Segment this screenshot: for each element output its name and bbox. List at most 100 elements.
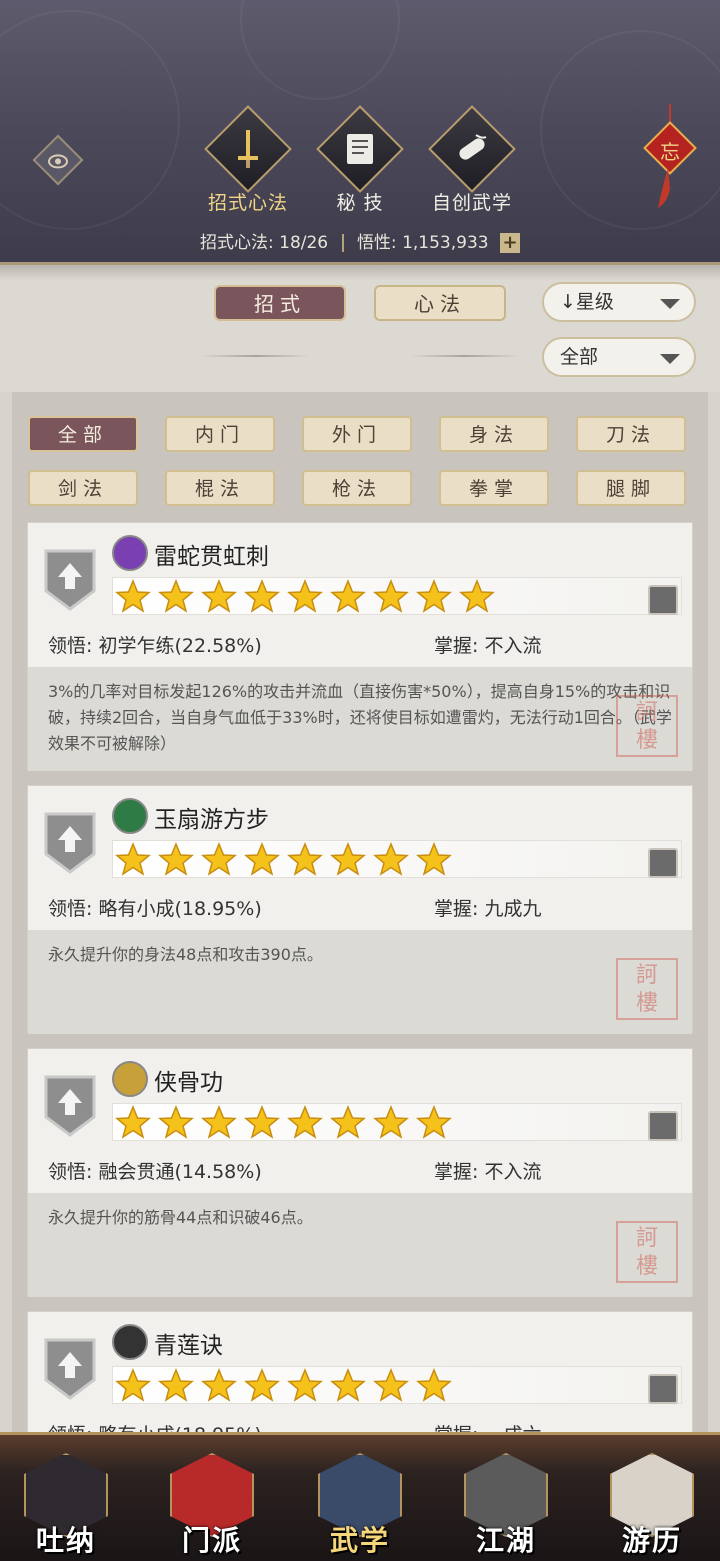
- nav-travel[interactable]: 游历: [604, 1453, 700, 1561]
- skill-card[interactable]: 雷蛇贯虹刺 领悟: 初学乍练(22.58%) 掌握: 不入流 3%的几率对目标发起12…: [27, 522, 693, 771]
- tab-moves-methods[interactable]: 招式心法: [198, 105, 298, 215]
- scope-label: 全部: [560, 346, 599, 368]
- nav-sect[interactable]: 门派: [164, 1453, 260, 1561]
- star-icon: [200, 1105, 238, 1139]
- category-filter[interactable]: 内门: [165, 416, 275, 452]
- comprehension-row: 领悟: 初学乍练(22.58%): [48, 631, 262, 658]
- description-text: 永久提升你的身法48点和攻击390点。: [48, 945, 323, 964]
- upgrade-badge-icon[interactable]: [42, 810, 98, 876]
- star-icon: [200, 842, 238, 876]
- comprehension-value: 融会贯通(14.58%): [98, 1161, 262, 1183]
- category-filter[interactable]: 枪法: [302, 470, 412, 506]
- chevron-down-icon: [660, 299, 680, 309]
- comprehension-label: 领悟:: [48, 898, 93, 920]
- category-filter[interactable]: 外门: [302, 416, 412, 452]
- category-filter[interactable]: 拳掌: [439, 470, 549, 506]
- spear-icon: [648, 585, 678, 615]
- dash-icon: [648, 848, 678, 878]
- category-filter[interactable]: 棍法: [165, 470, 275, 506]
- star-icon: [286, 1368, 324, 1402]
- star-icon: [243, 842, 281, 876]
- insight-value: 1,153,933: [402, 233, 489, 253]
- seal-char: 樓: [635, 728, 658, 753]
- star-icon: [415, 842, 453, 876]
- seal-stamp: 訶樓: [616, 958, 678, 1020]
- skill-icon: [112, 1324, 148, 1360]
- star-icon: [329, 1368, 367, 1402]
- tab-secret-skills[interactable]: 秘 技: [310, 105, 410, 215]
- mastery-value: 不入流: [484, 1161, 542, 1183]
- seal-stamp: 訶樓: [616, 695, 678, 757]
- nav-label: 门派: [181, 1524, 242, 1557]
- skill-card[interactable]: 侠骨功领悟: 融会贯通(14.58%) 掌握: 不入流永久提升你的筋骨44点和识破…: [27, 1048, 693, 1297]
- skill-icon: [112, 1061, 148, 1097]
- star-icon: [286, 842, 324, 876]
- category-filter[interactable]: 腿脚: [576, 470, 686, 506]
- tab-self-created[interactable]: 自创武学: [422, 105, 522, 215]
- star-icon: [329, 1105, 367, 1139]
- sort-label: ↓星级: [560, 291, 614, 313]
- star-rating: [114, 842, 453, 876]
- comprehension-row: 领悟: 融会贯通(14.58%): [48, 1157, 262, 1184]
- stats-value: 18/26: [279, 233, 329, 253]
- seal-char: 訶: [635, 963, 658, 988]
- star-icon: [157, 842, 195, 876]
- star-icon: [329, 842, 367, 876]
- knot-char: 忘: [660, 140, 680, 164]
- nav-label: 游历: [621, 1524, 682, 1557]
- star-icon: [243, 1368, 281, 1402]
- star-icon: [243, 579, 281, 613]
- seal-char: 訶: [635, 700, 658, 725]
- stats-label: 招式心法:: [199, 233, 274, 253]
- skill-description: 永久提升你的身法48点和攻击390点。訶樓: [28, 930, 692, 1034]
- category-filter[interactable]: 剑法: [28, 470, 138, 506]
- skill-icon: [112, 535, 148, 571]
- comprehension-row: 领悟: 略有小成(18.95%): [48, 894, 262, 921]
- nav-label: 吐纳: [35, 1524, 96, 1557]
- tab-methods[interactable]: 心法: [374, 285, 506, 321]
- seal-char: 樓: [635, 1254, 658, 1279]
- upgrade-badge-icon[interactable]: [42, 547, 98, 613]
- mastery-row: 掌握: 不入流: [434, 1157, 541, 1184]
- scroll-icon: [428, 105, 516, 193]
- meditate-icon: [648, 1374, 678, 1404]
- scope-dropdown[interactable]: 全部: [542, 337, 696, 377]
- category-filter[interactable]: 全部: [28, 416, 138, 452]
- ornament-line: [200, 355, 310, 357]
- insight-label: 悟性:: [356, 233, 397, 253]
- star-rating: [114, 1105, 453, 1139]
- skill-name: 侠骨功: [154, 1070, 223, 1096]
- star-icon: [415, 1105, 453, 1139]
- skill-card[interactable]: 青莲诀领悟: 略有小成(18.95%)掌握: 一成六: [27, 1311, 693, 1434]
- star-icon: [372, 579, 410, 613]
- nav-jianghu[interactable]: 江湖: [458, 1453, 554, 1561]
- category-filter[interactable]: 刀法: [576, 416, 686, 452]
- skill-list-panel[interactable]: 全部 内门 外门 身法 刀法剑法 棍法 枪法 拳掌 腿脚 雷蛇贯虹刺 领悟: 初学乍练(22.58…: [12, 392, 708, 1434]
- mastery-label: 掌握:: [434, 1161, 479, 1183]
- description-text: 永久提升你的筋骨44点和识破46点。: [48, 1208, 313, 1227]
- book-icon: [316, 105, 404, 193]
- nav-breathing[interactable]: 吐纳: [18, 1453, 114, 1561]
- mastery-value: 不入流: [484, 635, 542, 657]
- star-icon: [200, 1368, 238, 1402]
- chinese-knot-button[interactable]: 忘: [640, 104, 700, 216]
- nav-martial-arts[interactable]: 武学: [312, 1453, 408, 1561]
- chevron-down-icon: [660, 354, 680, 364]
- upgrade-badge-icon[interactable]: [42, 1336, 98, 1402]
- bottom-nav: 吐纳 门派 武学 江湖 游历: [0, 1432, 720, 1561]
- skill-card[interactable]: 玉扇游方步 领悟: 略有小成(18.95%) 掌握: 九成九 永久提升你的身法48点和…: [27, 785, 693, 1034]
- tab-moves[interactable]: 招式: [214, 285, 346, 321]
- seal-char: 訶: [635, 1226, 658, 1251]
- skill-description: 永久提升你的筋骨44点和识破46点。訶樓: [28, 1193, 692, 1297]
- upgrade-badge-icon[interactable]: [42, 1073, 98, 1139]
- add-insight-button[interactable]: +: [500, 233, 521, 253]
- ornament-line: [410, 355, 520, 357]
- sort-dropdown[interactable]: ↓星级: [542, 282, 696, 322]
- star-icon: [286, 579, 324, 613]
- star-rating: [114, 1368, 453, 1402]
- progress-stats: 招式心法: 18/26 悟性: 1,153,933 +: [0, 228, 720, 253]
- category-filter[interactable]: 身法: [439, 416, 549, 452]
- comprehension-value: 略有小成(18.95%): [98, 898, 262, 920]
- divider: [341, 234, 344, 252]
- star-icon: [157, 579, 195, 613]
